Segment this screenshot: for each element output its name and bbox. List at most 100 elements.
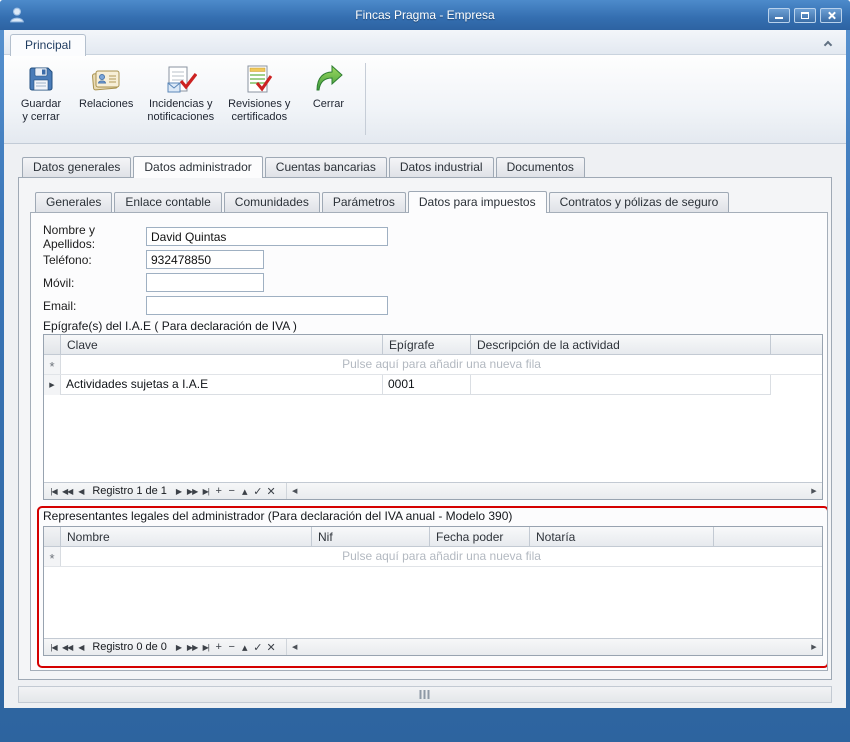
nav-endedit-button[interactable]: ✓ [251, 641, 264, 654]
nav-next-page-button[interactable]: ▶▶ [185, 643, 199, 652]
column-header-epigrafe[interactable]: Epígrafe [383, 335, 471, 354]
scrollbar-track[interactable] [303, 483, 806, 499]
row-indicator: ▶ [44, 375, 61, 395]
representantes-grid-header: Nombre Nif Fecha poder Notaría [44, 527, 822, 547]
certificates-icon [243, 63, 275, 95]
new-row-hint[interactable]: Pulse aquí para añadir una nueva fila [61, 355, 822, 374]
new-row-indicator: * [44, 547, 61, 566]
column-header-empty [714, 527, 822, 546]
incidencias-button[interactable]: Incidencias y notificaciones [141, 59, 220, 141]
ribbon-tab-principal[interactable]: Principal [10, 34, 86, 56]
nav-prev-button[interactable]: ◀ [74, 487, 87, 496]
email-input[interactable] [146, 296, 388, 315]
grid-empty-area[interactable] [44, 395, 822, 482]
nav-prev-button[interactable]: ◀ [74, 643, 87, 652]
scroll-left-icon[interactable]: ◀ [287, 487, 303, 495]
restore-button[interactable] [794, 8, 816, 23]
sub-tab-page: Nombre y Apellidos: Teléfono: Móvil: Ema… [30, 212, 828, 671]
scroll-right-icon[interactable]: ▶ [806, 643, 822, 651]
scrollbar-track[interactable] [303, 639, 806, 655]
tab-datos-generales[interactable]: Datos generales [22, 157, 131, 177]
cell-epigrafe[interactable]: 0001 [383, 375, 471, 395]
nav-edit-button[interactable]: ▴ [238, 485, 251, 498]
grid-horizontal-scrollbar[interactable]: ◀ ▶ [286, 483, 822, 499]
grid-row[interactable]: ▶ Actividades sujetas a I.A.E 0001 [44, 375, 822, 395]
tab-generales[interactable]: Generales [35, 192, 112, 212]
revisiones-button[interactable]: Revisiones y certificados [222, 59, 296, 141]
nav-first-button[interactable]: |◀ [47, 487, 60, 496]
column-header-empty [771, 335, 822, 354]
new-row[interactable]: * Pulse aquí para añadir una nueva fila [44, 355, 822, 375]
window-controls [768, 8, 842, 23]
tab-cuentas-bancarias[interactable]: Cuentas bancarias [265, 157, 387, 177]
close-button[interactable] [820, 8, 842, 23]
user-icon [8, 6, 26, 24]
new-row-icon: * [49, 554, 54, 564]
nombre-apellidos-input[interactable] [146, 227, 388, 246]
scroll-right-icon[interactable]: ▶ [806, 487, 822, 495]
cell-descripcion[interactable] [471, 375, 771, 395]
column-header-clave[interactable]: Clave [61, 335, 383, 354]
nav-endedit-button[interactable]: ✓ [251, 485, 264, 498]
row-arrow-icon: ▶ [49, 381, 54, 389]
column-header-notaria[interactable]: Notaría [530, 527, 714, 546]
minimize-icon [775, 12, 783, 19]
button-label: Revisiones y [228, 98, 290, 111]
nav-next-button[interactable]: ▶ [172, 643, 185, 652]
cerrar-button[interactable]: Cerrar [298, 59, 358, 141]
nav-last-button[interactable]: ▶| [199, 487, 212, 496]
movil-input[interactable] [146, 273, 264, 292]
grid-horizontal-scrollbar[interactable]: ◀ ▶ [286, 639, 822, 655]
button-label: Cerrar [313, 98, 344, 111]
column-header-nif[interactable]: Nif [312, 527, 430, 546]
tab-enlace-contable[interactable]: Enlace contable [114, 192, 221, 212]
new-row[interactable]: * Pulse aquí para añadir una nueva fila [44, 547, 822, 567]
tab-datos-para-impuestos[interactable]: Datos para impuestos [408, 191, 547, 213]
column-header-nombre[interactable]: Nombre [61, 527, 312, 546]
nav-delete-button[interactable]: − [225, 485, 238, 497]
tab-datos-industrial[interactable]: Datos industrial [389, 157, 494, 177]
scrollbar-grip-icon[interactable] [420, 690, 431, 699]
nav-canceledit-button[interactable]: ✕ [264, 641, 277, 654]
cell-clave[interactable]: Actividades sujetas a I.A.E [61, 375, 383, 395]
nav-next-button[interactable]: ▶ [172, 487, 185, 496]
notification-check-icon [165, 63, 197, 95]
nav-prev-page-button[interactable]: ◀◀ [60, 487, 74, 496]
form-horizontal-scrollbar[interactable] [18, 686, 832, 703]
nav-append-button[interactable]: + [212, 641, 225, 653]
column-header-fecha-poder[interactable]: Fecha poder [430, 527, 530, 546]
nav-last-button[interactable]: ▶| [199, 643, 212, 652]
ribbon-collapse-button[interactable] [820, 36, 836, 50]
iae-grid-header: Clave Epígrafe Descripción de la activid… [44, 335, 822, 355]
nav-delete-button[interactable]: − [225, 641, 238, 653]
nav-edit-button[interactable]: ▴ [238, 641, 251, 654]
scroll-left-icon[interactable]: ◀ [287, 643, 303, 651]
column-header-descripcion[interactable]: Descripción de la actividad [471, 335, 771, 354]
new-row-hint[interactable]: Pulse aquí para añadir una nueva fila [61, 547, 822, 566]
nav-append-button[interactable]: + [212, 485, 225, 497]
nav-next-page-button[interactable]: ▶▶ [185, 487, 199, 496]
minimize-button[interactable] [768, 8, 790, 23]
tab-parametros[interactable]: Parámetros [322, 192, 406, 212]
relaciones-button[interactable]: Relaciones [73, 59, 139, 141]
nav-canceledit-button[interactable]: ✕ [264, 485, 277, 498]
main-tabstrip: Datos generales Datos administrador Cuen… [22, 156, 832, 177]
button-label: Guardar [21, 98, 61, 111]
titlebar: Fincas Pragma - Empresa [0, 0, 850, 30]
nav-prev-page-button[interactable]: ◀◀ [60, 643, 74, 652]
exit-arrow-icon [312, 63, 344, 95]
grid-empty-area[interactable] [44, 567, 822, 638]
nav-first-button[interactable]: |◀ [47, 643, 60, 652]
telefono-input[interactable] [146, 250, 264, 269]
new-row-icon: * [49, 362, 54, 372]
tab-datos-administrador[interactable]: Datos administrador [133, 156, 262, 178]
tab-comunidades[interactable]: Comunidades [224, 192, 320, 212]
guardar-y-cerrar-button[interactable]: Guardar y cerrar [11, 59, 71, 141]
client-area: Datos generales Datos administrador Cuen… [4, 144, 846, 708]
restore-icon [801, 12, 809, 19]
ribbon-separator [365, 63, 366, 135]
tab-documentos[interactable]: Documentos [496, 157, 585, 177]
ribbon-toolbar: Guardar y cerrar Relaciones [4, 54, 846, 144]
window-body: Principal Guardar y [4, 30, 846, 708]
tab-contratos-polizas[interactable]: Contratos y pólizas de seguro [549, 192, 730, 212]
